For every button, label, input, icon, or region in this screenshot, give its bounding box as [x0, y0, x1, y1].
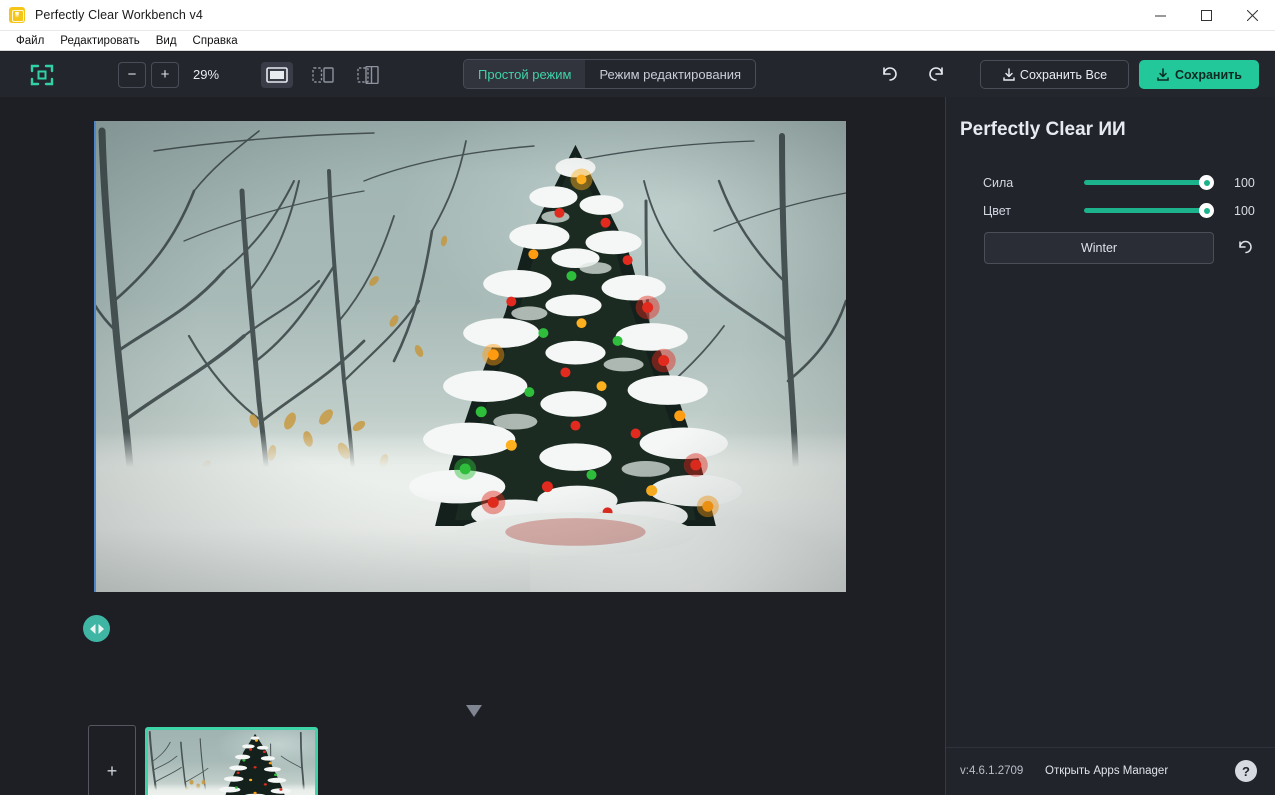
split-view-icon[interactable]	[307, 62, 339, 88]
save-all-button[interactable]: Сохранить Все	[980, 60, 1129, 89]
application-window: Perfectly Clear Workbench v4 Файл Редакт…	[0, 0, 1275, 795]
version-label: v:4.6.1.2709	[960, 765, 1024, 777]
minimize-icon[interactable]	[1137, 0, 1183, 31]
tab-simple-mode[interactable]: Простой режим	[464, 60, 586, 88]
undo-redo-group	[878, 62, 948, 86]
app-logo-icon	[9, 7, 25, 23]
crop-frame-icon[interactable]	[30, 63, 54, 87]
menu-bar: Файл Редактировать Вид Справка	[0, 31, 1275, 51]
color-slider[interactable]	[1084, 203, 1214, 218]
window-title: Perfectly Clear Workbench v4	[35, 8, 203, 22]
help-button[interactable]: ?	[1235, 760, 1257, 782]
zoom-in-button[interactable]: +	[151, 61, 179, 88]
redo-icon[interactable]	[924, 62, 948, 86]
preview-image[interactable]	[94, 121, 846, 592]
slider-label-color: Цвет	[983, 204, 1012, 218]
adjustments-panel: Perfectly Clear ИИ Сила 100 Цвет 100 Win…	[945, 97, 1275, 795]
zoom-level-value: 29%	[193, 67, 220, 82]
zoom-controls: − + 29%	[118, 61, 220, 88]
color-slider-track	[1084, 208, 1208, 213]
download-icon	[1156, 67, 1170, 82]
close-icon[interactable]	[1229, 0, 1275, 31]
save-all-label: Сохранить Все	[1019, 67, 1108, 82]
panel-title: Perfectly Clear ИИ	[960, 119, 1126, 140]
single-view-icon[interactable]	[261, 61, 294, 88]
thumbnail-image	[148, 730, 315, 795]
reset-icon[interactable]	[1235, 236, 1257, 258]
before-after-divider[interactable]	[94, 121, 96, 592]
menu-item-edit[interactable]: Редактировать	[52, 32, 147, 50]
menu-item-file[interactable]: Файл	[8, 32, 52, 50]
thumb-tree	[215, 733, 295, 795]
image-canvas[interactable]: +	[0, 97, 945, 795]
tab-edit-mode[interactable]: Режим редактирования	[585, 60, 755, 88]
split-overlay-view-icon[interactable]	[353, 62, 385, 88]
filmstrip: +	[0, 625, 945, 795]
add-image-button[interactable]: +	[88, 725, 136, 795]
undo-icon[interactable]	[878, 62, 902, 86]
download-icon	[1002, 67, 1016, 82]
window-controls	[1137, 0, 1275, 31]
color-slider-knob[interactable]	[1199, 203, 1214, 218]
panel-footer: v:4.6.1.2709 Открыть Apps Manager ?	[946, 747, 1275, 795]
menu-item-help[interactable]: Справка	[185, 32, 246, 50]
save-button[interactable]: Сохранить	[1139, 60, 1259, 89]
strength-slider-track	[1084, 180, 1208, 185]
menu-item-view[interactable]: Вид	[148, 32, 185, 50]
color-value: 100	[1234, 204, 1255, 218]
view-mode-group	[261, 61, 385, 88]
strength-value: 100	[1234, 176, 1255, 190]
maximize-icon[interactable]	[1183, 0, 1229, 31]
preset-button-winter[interactable]: Winter	[984, 232, 1214, 264]
title-bar: Perfectly Clear Workbench v4	[0, 0, 1275, 31]
zoom-out-button[interactable]: −	[118, 61, 146, 88]
slider-row-strength: Сила 100	[946, 172, 1275, 194]
strength-slider-knob[interactable]	[1199, 175, 1214, 190]
mode-tab-group: Простой режим Режим редактирования	[463, 59, 757, 89]
slider-label-strength: Сила	[983, 176, 1014, 190]
filmstrip-thumbnail[interactable]	[145, 727, 318, 795]
strength-slider[interactable]	[1084, 175, 1214, 190]
slider-row-color: Цвет 100	[946, 200, 1275, 222]
christmas-tree	[395, 140, 756, 573]
save-label: Сохранить	[1175, 67, 1242, 82]
apps-manager-link[interactable]: Открыть Apps Manager	[1045, 765, 1168, 777]
